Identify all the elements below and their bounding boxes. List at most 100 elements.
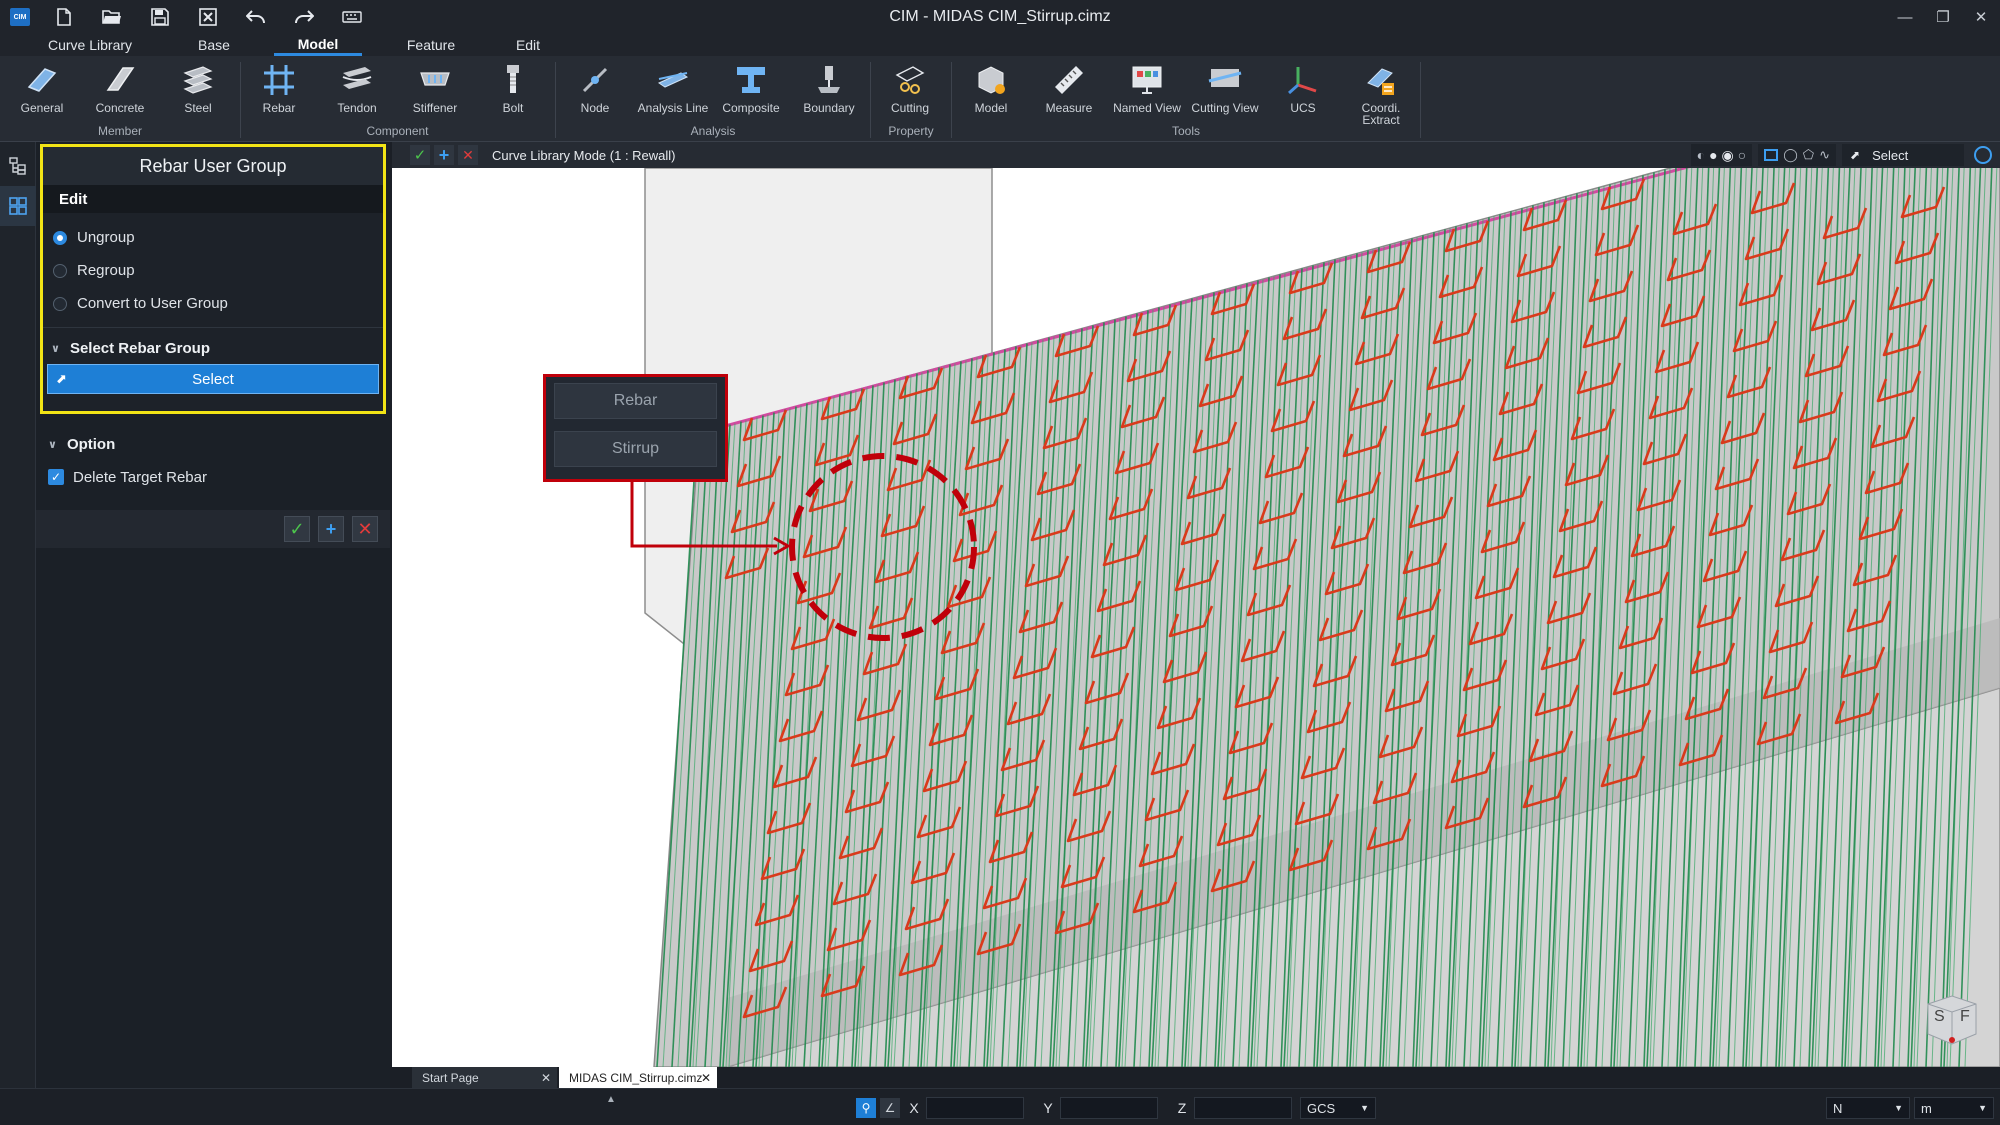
tendon-button[interactable]: Tendon [318,62,396,128]
panel-title: Rebar User Group [43,147,383,185]
analysis-line-button[interactable]: Analysis Line [634,62,712,128]
ribbon-group-member: Member [97,124,142,138]
model-scene[interactable] [392,168,2000,1067]
composite-button[interactable]: Composite [712,62,790,128]
stiffener-button[interactable]: Stiffener [396,62,474,128]
app-logo[interactable]: CIM [10,8,30,26]
named-view-icon [1129,62,1165,98]
select-dropdown[interactable]: ⬈ Select [1842,144,1964,166]
render-mode-icon[interactable]: ◐ [1697,147,1705,163]
radio-button[interactable] [53,296,67,311]
bolt-button[interactable]: Bolt [474,62,552,128]
collapse-arrow-icon[interactable]: ▲ [606,1094,616,1105]
title-bar: CIM - MIDAS CIM_Stirrup.cimz CIM — ❐ ✕ [0,0,2000,34]
coordi-extract-button[interactable]: Coordi. Extract [1342,62,1420,128]
radio-button[interactable] [53,230,67,245]
node-icon [577,62,613,98]
named-view-button[interactable]: Named View [1108,62,1186,128]
model-button[interactable]: Model [952,62,1030,128]
save-icon[interactable] [136,0,184,34]
y-coordinate-field[interactable] [1060,1097,1158,1119]
tree-icon[interactable] [0,146,36,186]
restore-icon[interactable]: ❐ [1924,0,1962,34]
status-bar: ▲ ⚲ ∠ X Y Z GCS ▼ N ▼ m ▼ [0,1088,2000,1125]
select-rebar-group-header[interactable]: ∨ Select Rebar Group [43,332,383,364]
polygon-select-icon[interactable]: ⬠ [1803,147,1814,163]
chevron-down-icon: ▼ [1360,1103,1369,1113]
tab-curve-library[interactable]: Curve Library [0,34,180,56]
tab-edit[interactable]: Edit [496,34,560,56]
window-controls: — ❐ ✕ [1886,0,2000,34]
y-label: Y [1043,1100,1053,1116]
new-file-icon[interactable] [40,0,88,34]
concrete-button[interactable]: Concrete [81,62,159,128]
doc-tab-start-page[interactable]: Start Page ✕ [412,1067,557,1088]
minimize-icon[interactable]: — [1886,0,1924,34]
cutting-button[interactable]: Cutting [871,62,949,128]
cancel-x-icon[interactable]: ✕ [458,145,478,165]
model-viewport[interactable]: Rebar Stirrup S F [392,168,2000,1067]
callout-stirrup-item[interactable]: Stirrup [554,431,717,467]
tab-base[interactable]: Base [180,34,248,56]
general-button[interactable]: General [3,62,81,128]
coordinate-system-select[interactable]: GCS ▼ [1300,1097,1376,1119]
length-unit-select[interactable]: m ▼ [1914,1097,1994,1119]
ucs-button[interactable]: UCS [1264,62,1342,128]
apply-check-icon[interactable]: ✓ [284,516,310,542]
callout-rebar-item[interactable]: Rebar [554,383,717,419]
box-select-icon[interactable] [1764,149,1779,161]
shaded-icon[interactable]: ● [1709,147,1717,163]
close-tab-icon[interactable]: ✕ [541,1071,551,1085]
cutting-view-button[interactable]: Cutting View [1186,62,1264,128]
check-icon[interactable]: ✓ [48,469,64,485]
grid-panel-icon[interactable] [0,186,36,226]
snap-icon[interactable]: ⚲ [856,1098,876,1118]
confirm-check-icon[interactable]: ✓ [410,145,430,165]
rebar-icon [261,62,297,98]
keyboard-icon[interactable] [328,0,376,34]
navigation-cube[interactable]: S F [1922,990,1982,1046]
add-plus-icon[interactable]: + [434,145,454,165]
close-icon[interactable]: ✕ [1962,0,2000,34]
tab-model[interactable]: Model [274,34,362,56]
chevron-down-icon: ∨ [51,342,60,355]
radio-convert-to-user-group[interactable]: Convert to User Group [43,287,383,320]
redo-icon[interactable] [280,0,328,34]
z-coordinate-field[interactable] [1194,1097,1292,1119]
open-folder-icon[interactable] [88,0,136,34]
measure-button[interactable]: Measure [1030,62,1108,128]
tab-feature[interactable]: Feature [388,34,474,56]
rebar-button[interactable]: Rebar [240,62,318,128]
angle-icon[interactable]: ∠ [880,1098,900,1118]
force-unit-select[interactable]: N ▼ [1826,1097,1910,1119]
radio-button[interactable] [53,263,67,278]
close-tab-icon[interactable]: ✕ [701,1071,711,1085]
cancel-x-icon[interactable]: ✕ [352,516,378,542]
ucs-icon [1285,62,1321,98]
cutting-view-icon [1207,62,1243,98]
delete-target-rebar-checkbox[interactable]: ✓ Delete Target Rebar [36,460,390,494]
select-button[interactable]: ⬈ Select [47,364,379,394]
freehand-select-icon[interactable]: ∿ [1819,147,1830,163]
boundary-button[interactable]: Boundary [790,62,868,128]
wireframe-icon[interactable]: ○ [1738,147,1746,163]
view-cube-icon[interactable] [1974,146,1992,164]
selection-mode-group: ◯ ⬠ ∿ [1758,144,1836,166]
radio-regroup[interactable]: Regroup [43,254,383,287]
add-plus-icon[interactable]: + [318,516,344,542]
panel-action-bar: ✓ + ✕ [36,510,390,548]
viewport-toolbar: ✓ + ✕ Curve Library Mode (1 : Rewall) ◐ … [392,142,2000,168]
radio-ungroup[interactable]: Ungroup [43,221,383,254]
doc-tab-stirrup-file[interactable]: MIDAS CIM_Stirrup.cimz ✕ [559,1067,717,1088]
node-button[interactable]: Node [556,62,634,128]
bolt-icon [495,62,531,98]
measure-icon [1051,62,1087,98]
x-coordinate-field[interactable] [926,1097,1024,1119]
circle-select-icon[interactable]: ◯ [1783,147,1798,163]
option-header[interactable]: ∨ Option [36,428,390,460]
steel-button[interactable]: Steel [159,62,237,128]
undo-icon[interactable] [232,0,280,34]
close-file-icon[interactable] [184,0,232,34]
shaded-edge-icon[interactable]: ◉ [1722,147,1734,164]
ribbon-group-component: Component [366,124,429,138]
